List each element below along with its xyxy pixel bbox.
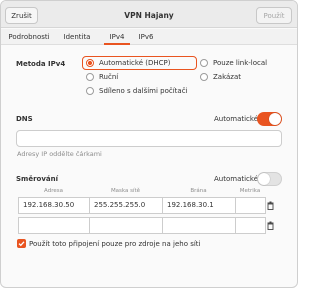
radio-indicator <box>86 73 94 81</box>
dialog-title: VPN Hajany <box>124 11 174 20</box>
radio-indicator <box>200 73 208 81</box>
radio-indicator <box>86 87 94 95</box>
only-local-label: Použít toto připojení pouze pro zdroje n… <box>29 240 201 248</box>
only-local-checkbox[interactable] <box>17 239 26 248</box>
route-gateway-input[interactable]: 192.168.30.1 <box>162 197 236 214</box>
route-address-input[interactable]: 192.168.30.50 <box>18 197 90 214</box>
column-metric: Metrika <box>239 188 261 194</box>
column-address: Adresa <box>44 188 63 194</box>
route-address-input[interactable] <box>18 217 90 234</box>
routes-auto-toggle[interactable] <box>257 172 282 186</box>
tab-details[interactable]: Podrobnosti <box>7 29 51 45</box>
route-metric-input[interactable] <box>235 197 266 214</box>
route-netmask-input[interactable]: 255.255.255.0 <box>89 197 163 214</box>
radio-link-local[interactable]: Pouze link-local <box>200 57 267 69</box>
radio-indicator <box>86 59 94 67</box>
radio-label: Sdíleno s dalšími počítači <box>99 87 188 95</box>
routes-label: Směrování <box>16 175 59 183</box>
route-netmask-input[interactable] <box>89 217 163 234</box>
connection-settings-dialog: Zrušit VPN Hajany Použít Podrobnosti Ide… <box>0 0 298 288</box>
column-netmask: Maska sítě <box>110 188 141 194</box>
tab-ipv4[interactable]: IPv4 <box>104 29 130 45</box>
dns-auto-toggle[interactable] <box>257 112 282 126</box>
radio-disabled[interactable]: Zakázat <box>200 71 241 83</box>
tab-bar: Podrobnosti Identita IPv4 IPv6 <box>1 29 297 45</box>
dns-servers-input[interactable] <box>16 130 282 147</box>
route-gateway-input[interactable] <box>162 217 236 234</box>
radio-indicator <box>200 59 208 67</box>
dns-auto-label: Automatické <box>214 115 259 123</box>
dns-hint: Adresy IP oddělte čárkami <box>17 150 102 158</box>
toggle-knob <box>269 113 281 125</box>
radio-shared[interactable]: Sdíleno s dalšími počítači <box>86 85 188 97</box>
route-metric-input[interactable] <box>235 217 266 234</box>
check-icon <box>18 241 25 247</box>
routes-auto-label: Automatické <box>214 175 259 183</box>
apply-button[interactable]: Použít <box>256 7 292 24</box>
tab-identity[interactable]: Identita <box>61 29 93 45</box>
toggle-knob <box>258 173 270 185</box>
dialog-header: Zrušit VPN Hajany Použít <box>1 1 297 28</box>
radio-label: Automatické (DHCP) <box>99 59 171 67</box>
radio-label: Pouze link-local <box>213 59 268 67</box>
tab-ipv6[interactable]: IPv6 <box>135 29 157 45</box>
delete-route-icon[interactable] <box>267 201 274 210</box>
radio-label: Ruční <box>99 73 119 81</box>
delete-route-icon[interactable] <box>267 221 274 230</box>
radio-automatic-dhcp[interactable]: Automatické (DHCP) <box>86 57 170 69</box>
column-gateway: Brána <box>190 188 207 194</box>
radio-manual[interactable]: Ruční <box>86 71 118 83</box>
ipv4-method-label: Metoda IPv4 <box>16 60 66 68</box>
radio-label: Zakázat <box>213 73 242 81</box>
dns-label: DNS <box>16 115 33 123</box>
